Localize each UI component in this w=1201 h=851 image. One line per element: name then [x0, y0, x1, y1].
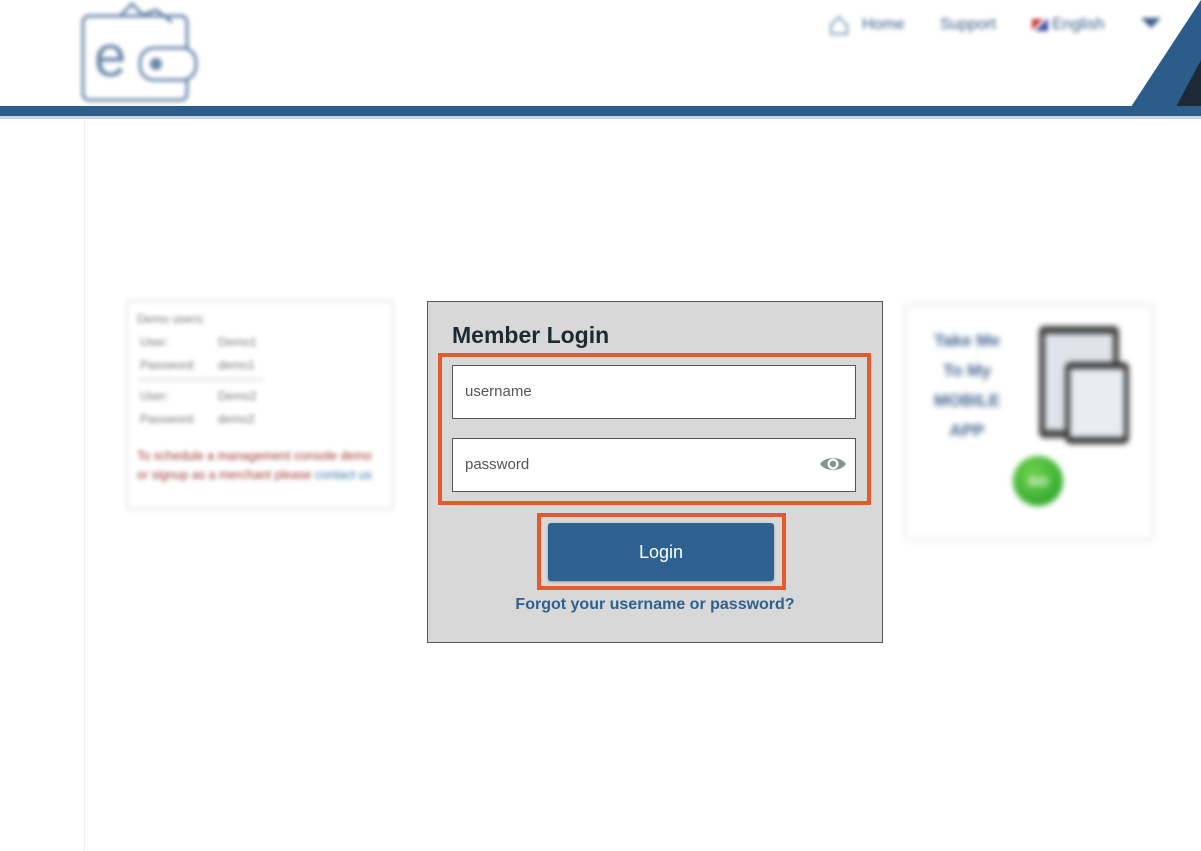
mobile-app-line: To My — [943, 361, 991, 380]
uk-flag-icon — [1032, 19, 1048, 31]
home-icon — [830, 15, 848, 35]
language-selector[interactable]: English — [1032, 14, 1104, 36]
mobile-app-line: MOBILE — [933, 391, 1001, 410]
mobile-app-card[interactable]: Take Me To My MOBILE APP GO — [906, 305, 1152, 539]
mobile-app-line: APP — [949, 421, 985, 440]
member-login-panel: Member Login username password Login For… — [427, 301, 883, 643]
wallet-logo-icon[interactable]: e — [80, 2, 204, 104]
demo-user-key: User: — [140, 335, 169, 349]
divider — [138, 379, 264, 380]
phone-device-image — [1065, 362, 1129, 444]
demo-password-key: Password: — [140, 412, 197, 426]
login-button-highlight — [537, 513, 786, 590]
nav-support-label: Support — [940, 16, 997, 33]
demo-password-row: Password: demo1 — [140, 358, 255, 372]
demo-users-title: Demo users: — [137, 312, 206, 326]
demo-user-key: User: — [140, 389, 169, 403]
demo-password-value: demo1 — [218, 358, 255, 372]
svg-text:e: e — [94, 24, 126, 89]
header-corner-decoration — [1125, 0, 1201, 116]
nav-home-label: Home — [862, 16, 905, 33]
demo-user-row: User: Demo2 — [140, 389, 257, 403]
page-title: Member Login — [452, 322, 610, 348]
demo-password-key: Password: — [140, 358, 197, 372]
demo-password-row: Password: demo2 — [140, 412, 255, 426]
demo-user-value: Demo2 — [218, 389, 257, 403]
demo-password-value: demo2 — [218, 412, 255, 426]
demo-user-row: User: Demo1 — [140, 335, 257, 349]
demo-user-value: Demo1 — [218, 335, 257, 349]
demo-users-box: Demo users: User: Demo1 Password: demo1 … — [127, 301, 393, 509]
header-stripe-shadow — [0, 116, 1201, 119]
credentials-highlight — [438, 353, 871, 505]
mobile-app-line: Take Me — [934, 331, 1000, 350]
nav-home[interactable]: Home — [828, 14, 905, 36]
mobile-app-text: Take Me To My MOBILE APP — [919, 326, 1015, 446]
go-button[interactable]: GO — [1013, 456, 1063, 506]
nav-support[interactable]: Support — [940, 14, 996, 36]
contact-us-link[interactable]: contact us — [315, 468, 372, 482]
forgot-credentials-link[interactable]: Forgot your username or password? — [428, 596, 882, 614]
header-stripe — [0, 106, 1201, 116]
language-label: English — [1052, 16, 1105, 33]
site-header: e Home Support English — [0, 0, 1201, 119]
demo-note: To schedule a management console demo or… — [137, 447, 385, 485]
content-divider — [84, 120, 85, 851]
